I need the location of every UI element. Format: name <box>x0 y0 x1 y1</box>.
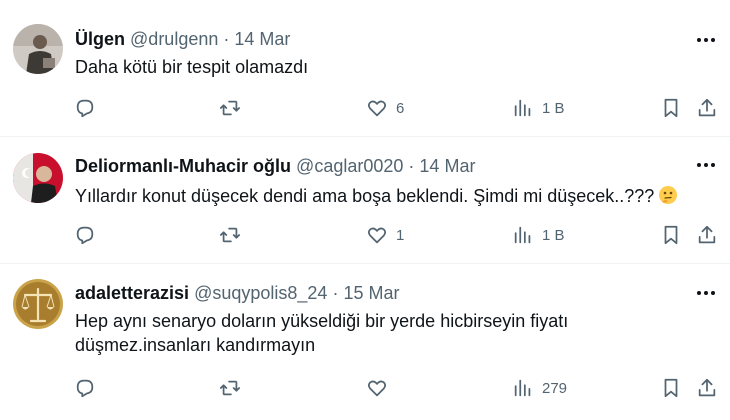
views-chart-icon <box>514 226 531 244</box>
retweet-button[interactable] <box>219 374 249 402</box>
reply-icon <box>76 379 94 398</box>
thinking-face-emoji-icon <box>659 186 678 204</box>
like-button[interactable] <box>366 374 396 402</box>
retweet-icon <box>219 380 241 396</box>
like-count: 6 <box>396 99 405 117</box>
tweet-text: Hep aynı senaryo doların yükseldiği bir … <box>75 309 635 357</box>
tweet[interactable]: Ülgen @drulgenn · 14 Mar Daha kötü bir t… <box>0 0 730 137</box>
author-name[interactable]: Deliormanlı-Muhacir oğlu <box>75 156 291 176</box>
tweet-text-content: Daha kötü bir tespit olamazdı <box>75 57 309 77</box>
tweet-date[interactable]: 14 Mar <box>419 156 475 176</box>
share-icon <box>698 378 716 397</box>
author-handle[interactable]: @suqypolis8_24 <box>194 283 327 303</box>
tweet[interactable]: Deliormanlı-Muhacir oğlu @caglar0020 · 1… <box>0 137 730 263</box>
separator: · <box>408 156 415 176</box>
reply-button[interactable] <box>74 221 104 249</box>
views-chart-icon <box>514 99 531 117</box>
avatar[interactable] <box>13 153 63 203</box>
retweet-button[interactable] <box>219 94 249 122</box>
retweet-button[interactable] <box>219 221 249 249</box>
like-button[interactable]: 1 <box>366 221 404 249</box>
like-button[interactable]: 6 <box>366 94 404 122</box>
views-chart-icon <box>514 379 531 397</box>
views-count: 279 <box>542 379 568 397</box>
scales-of-justice-avatar-icon <box>13 279 63 329</box>
share-button[interactable] <box>696 374 718 402</box>
views-button[interactable]: 1 B <box>512 221 565 249</box>
person-photo-avatar-icon <box>13 24 63 74</box>
share-button[interactable] <box>696 221 718 249</box>
share-button[interactable] <box>696 94 718 122</box>
heart-icon <box>367 380 387 397</box>
views-button[interactable]: 279 <box>512 374 567 402</box>
bookmark-button[interactable] <box>660 374 682 402</box>
bookmark-icon <box>664 378 678 398</box>
tweet-date[interactable]: 15 Mar <box>343 283 399 303</box>
avatar[interactable] <box>13 279 63 329</box>
reply-button[interactable] <box>74 94 104 122</box>
views-count: 1 B <box>542 99 565 117</box>
separator: · <box>223 29 230 49</box>
heart-icon <box>367 100 387 117</box>
separator: · <box>332 283 339 303</box>
tweet-text-content: Hep aynı senaryo doların yükseldiği bir … <box>75 311 569 355</box>
like-count: 1 <box>396 226 405 244</box>
reply-icon <box>76 99 94 118</box>
tweet-header: Ülgen @drulgenn · 14 Mar <box>75 28 670 50</box>
tweet-text: Yıllardır konut düşecek dendi ama boşa b… <box>75 184 695 208</box>
reply-icon <box>76 226 94 245</box>
bookmark-button[interactable] <box>660 221 682 249</box>
action-bar: 6 1 B <box>0 94 730 122</box>
bookmark-button[interactable] <box>660 94 682 122</box>
action-bar: 279 <box>0 374 730 402</box>
more-dots-icon[interactable] <box>694 155 718 175</box>
tweet-header: adaletterazisi @suqypolis8_24 · 15 Mar <box>75 282 670 304</box>
author-name[interactable]: adaletterazisi <box>75 283 189 303</box>
avatar[interactable] <box>13 24 63 74</box>
author-handle[interactable]: @drulgenn <box>130 29 218 49</box>
heart-icon <box>367 227 387 244</box>
tweet-header: Deliormanlı-Muhacir oğlu @caglar0020 · 1… <box>75 155 670 177</box>
tweet-text: Daha kötü bir tespit olamazdı <box>75 55 695 79</box>
share-icon <box>698 225 716 244</box>
action-bar: 1 1 B <box>0 221 730 249</box>
retweet-icon <box>219 100 241 116</box>
bookmark-icon <box>664 98 678 118</box>
tweet[interactable]: adaletterazisi @suqypolis8_24 · 15 Mar H… <box>0 263 730 420</box>
tweet-text-content: Yıllardır konut düşecek dendi ama boşa b… <box>75 186 655 206</box>
tweet-date[interactable]: 14 Mar <box>234 29 290 49</box>
reply-button[interactable] <box>74 374 104 402</box>
reply-feed: Ülgen @drulgenn · 14 Mar Daha kötü bir t… <box>0 0 730 420</box>
more-dots-icon[interactable] <box>694 30 718 50</box>
more-dots-icon[interactable] <box>694 283 718 303</box>
retweet-icon <box>219 227 241 243</box>
author-handle[interactable]: @caglar0020 <box>296 156 403 176</box>
author-name[interactable]: Ülgen <box>75 29 125 49</box>
flag-portrait-avatar-icon <box>13 153 63 203</box>
views-button[interactable]: 1 B <box>512 94 565 122</box>
share-icon <box>698 98 716 117</box>
views-count: 1 B <box>542 226 565 244</box>
bookmark-icon <box>664 225 678 245</box>
